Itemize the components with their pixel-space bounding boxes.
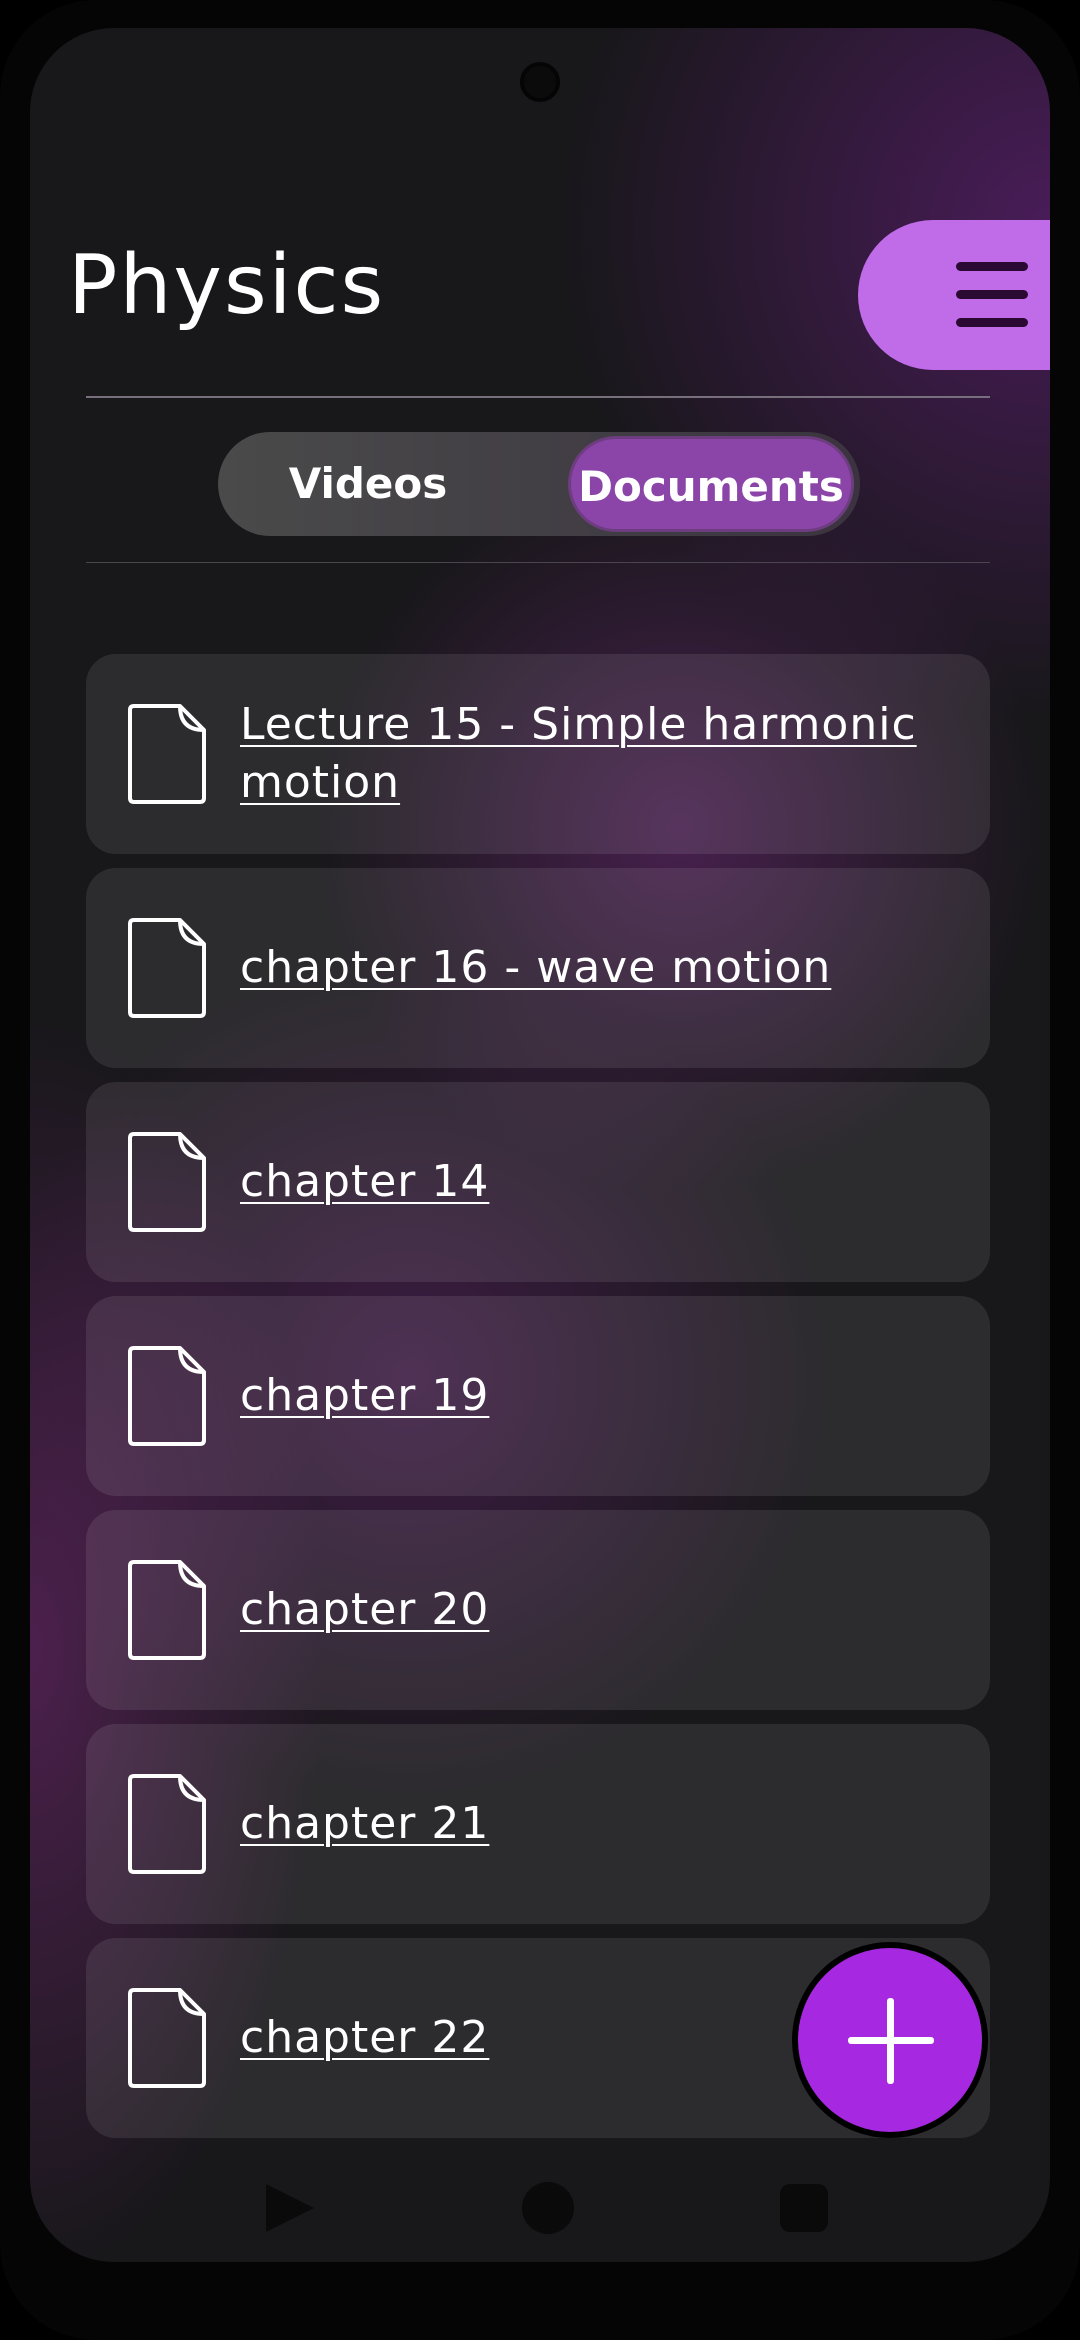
menu-button[interactable] — [858, 220, 1050, 370]
document-icon — [124, 916, 208, 1020]
document-title[interactable]: chapter 14 — [240, 1153, 940, 1211]
document-icon — [124, 1130, 208, 1234]
document-item[interactable]: chapter 21 — [86, 1724, 990, 1924]
document-title[interactable]: Lecture 15 - Simple harmonic motion — [240, 696, 940, 812]
recents-square-icon[interactable] — [774, 2178, 834, 2238]
front-camera — [520, 62, 560, 102]
header-divider — [86, 396, 990, 398]
document-icon — [124, 1558, 208, 1662]
document-title[interactable]: chapter 20 — [240, 1581, 940, 1639]
home-circle-icon[interactable] — [518, 2178, 578, 2238]
device-frame: Physics Videos Documents Lecture 15 - Si… — [0, 0, 1080, 2340]
document-title[interactable]: chapter 21 — [240, 1795, 940, 1853]
document-icon — [124, 1772, 208, 1876]
document-item[interactable]: Lecture 15 - Simple harmonic motion — [86, 654, 990, 854]
document-item[interactable]: chapter 14 — [86, 1082, 990, 1282]
document-icon — [124, 1344, 208, 1448]
document-item[interactable]: chapter 20 — [86, 1510, 990, 1710]
document-item[interactable]: chapter 19 — [86, 1296, 990, 1496]
back-triangle-icon[interactable] — [260, 2178, 320, 2238]
page-title: Physics — [68, 238, 386, 333]
document-title[interactable]: chapter 16 - wave motion — [240, 939, 940, 997]
document-item[interactable]: chapter 16 - wave motion — [86, 868, 990, 1068]
app-screen: Physics Videos Documents Lecture 15 - Si… — [30, 28, 1050, 2262]
tab-documents[interactable]: Documents — [568, 436, 854, 532]
document-title[interactable]: chapter 19 — [240, 1367, 940, 1425]
tab-switcher: Videos Documents — [218, 432, 860, 536]
tabs-divider — [86, 562, 990, 563]
document-icon — [124, 702, 208, 806]
document-icon — [124, 1986, 208, 2090]
document-list: Lecture 15 - Simple harmonic motion chapt… — [86, 654, 990, 2152]
add-document-button[interactable] — [792, 1942, 988, 2138]
tab-videos[interactable]: Videos — [258, 432, 478, 536]
